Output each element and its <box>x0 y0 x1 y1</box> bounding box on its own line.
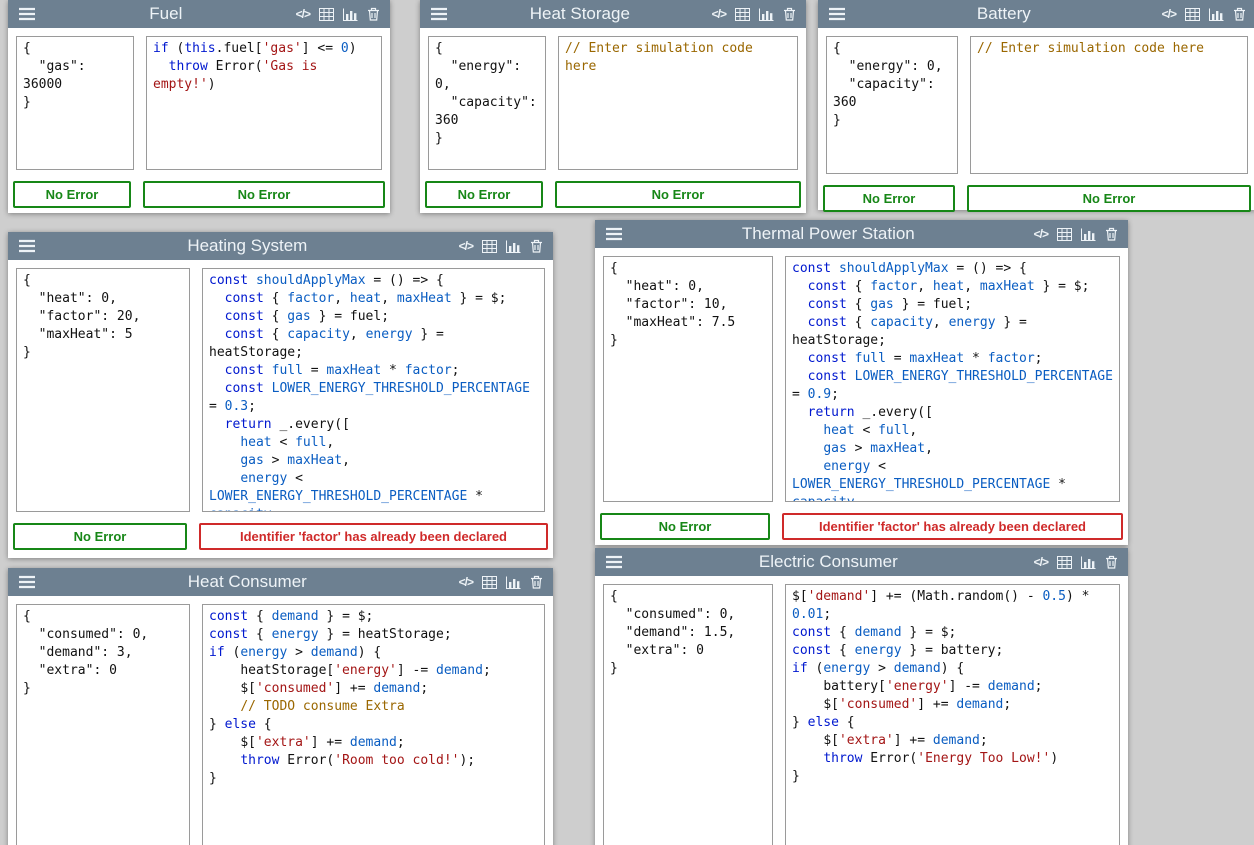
trash-icon[interactable] <box>367 7 380 21</box>
status-row: No Error No Error <box>420 181 806 208</box>
code-editor[interactable]: const { demand } = $; const { energy } =… <box>202 604 545 845</box>
panel-electric-consumer: Electric Consumer </> { "consumed": 0, "… <box>595 548 1128 845</box>
panel-title: Thermal Power Station <box>631 224 1026 244</box>
code-view-icon[interactable]: </> <box>712 7 726 21</box>
code-view-icon[interactable]: </> <box>296 7 310 21</box>
code-view-icon[interactable]: </> <box>459 575 473 589</box>
table-view-icon[interactable] <box>1057 228 1072 241</box>
code-status: Identifier 'factor' has already been dec… <box>199 523 548 550</box>
menu-icon[interactable] <box>430 7 448 21</box>
panel-header: Electric Consumer </> <box>595 548 1128 576</box>
header-icons: </> <box>459 239 543 253</box>
state-editor[interactable]: { "heat": 0, "factor": 10, "maxHeat": 7.… <box>603 256 773 502</box>
menu-icon[interactable] <box>18 7 36 21</box>
panel-thermal-power-station: Thermal Power Station </> { "heat": 0, "… <box>595 220 1128 545</box>
table-view-icon[interactable] <box>482 240 497 253</box>
table-view-icon[interactable] <box>319 8 334 21</box>
table-view-icon[interactable] <box>482 576 497 589</box>
code-editor[interactable]: // Enter simulation code here <box>970 36 1248 174</box>
panel-heat-storage: Heat Storage </> { "energy": 0, "capacit… <box>420 0 806 213</box>
menu-icon[interactable] <box>18 575 36 589</box>
panel-body: { "energy": 0, "capacity": 360 } // Ente… <box>420 28 806 178</box>
panel-body: { "energy": 0, "capacity": 360 } // Ente… <box>818 28 1254 182</box>
bar-chart-icon[interactable] <box>506 240 521 253</box>
state-status: No Error <box>13 181 131 208</box>
code-view-icon[interactable]: </> <box>1034 555 1048 569</box>
bar-chart-icon[interactable] <box>1209 8 1224 21</box>
code-editor[interactable]: $['demand'] += (Math.random() - 0.5) * 0… <box>785 584 1120 845</box>
state-editor[interactable]: { "heat": 0, "factor": 20, "maxHeat": 5 … <box>16 268 190 512</box>
menu-icon[interactable] <box>605 227 623 241</box>
code-view-icon[interactable]: </> <box>1034 227 1048 241</box>
panel-title: Heat Storage <box>456 4 704 24</box>
trash-icon[interactable] <box>783 7 796 21</box>
panel-title: Heat Consumer <box>44 572 451 592</box>
code-status: No Error <box>143 181 385 208</box>
panel-header: Fuel </> <box>8 0 390 28</box>
state-status: No Error <box>823 185 955 212</box>
header-icons: </> <box>459 575 543 589</box>
panel-heat-consumer: Heat Consumer </> { "consumed": 0, "dema… <box>8 568 553 845</box>
header-icons: </> <box>1162 7 1246 21</box>
trash-icon[interactable] <box>530 239 543 253</box>
state-editor[interactable]: { "energy": 0, "capacity": 360 } <box>428 36 546 170</box>
header-icons: </> <box>1034 227 1118 241</box>
panel-body: { "consumed": 0, "demand": 3, "extra": 0… <box>8 596 553 845</box>
state-status: No Error <box>13 523 187 550</box>
header-icons: </> <box>1034 555 1118 569</box>
trash-icon[interactable] <box>1105 555 1118 569</box>
code-editor[interactable]: const shouldApplyMax = () => { const { f… <box>785 256 1120 502</box>
panel-fuel: Fuel </> { "gas": 36000 } if (this.fuel[… <box>8 0 390 213</box>
menu-icon[interactable] <box>18 239 36 253</box>
trash-icon[interactable] <box>1105 227 1118 241</box>
menu-icon[interactable] <box>828 7 846 21</box>
table-view-icon[interactable] <box>1057 556 1072 569</box>
panel-header: Heat Consumer </> <box>8 568 553 596</box>
code-status: No Error <box>555 181 801 208</box>
state-status: No Error <box>425 181 543 208</box>
state-editor[interactable]: { "energy": 0, "capacity": 360 } <box>826 36 958 174</box>
bar-chart-icon[interactable] <box>1081 228 1096 241</box>
panel-body: { "heat": 0, "factor": 20, "maxHeat": 5 … <box>8 260 553 520</box>
state-editor[interactable]: { "gas": 36000 } <box>16 36 134 170</box>
header-icons: </> <box>712 7 796 21</box>
state-editor[interactable]: { "consumed": 0, "demand": 1.5, "extra":… <box>603 584 773 845</box>
code-editor[interactable]: // Enter simulation code here <box>558 36 798 170</box>
panel-header: Thermal Power Station </> <box>595 220 1128 248</box>
status-row: No Error No Error <box>8 181 390 208</box>
status-row: No Error No Error <box>818 185 1254 212</box>
header-icons: </> <box>296 7 380 21</box>
panel-body: { "gas": 36000 } if (this.fuel['gas'] <=… <box>8 28 390 178</box>
menu-icon[interactable] <box>605 555 623 569</box>
trash-icon[interactable] <box>1233 7 1246 21</box>
panel-header: Heating System </> <box>8 232 553 260</box>
code-editor[interactable]: if (this.fuel['gas'] <= 0) throw Error('… <box>146 36 382 170</box>
panel-title: Battery <box>854 4 1154 24</box>
panel-heating-system: Heating System </> { "heat": 0, "factor"… <box>8 232 553 558</box>
bar-chart-icon[interactable] <box>1081 556 1096 569</box>
trash-icon[interactable] <box>530 575 543 589</box>
panel-title: Heating System <box>44 236 451 256</box>
code-status: No Error <box>967 185 1251 212</box>
bar-chart-icon[interactable] <box>343 8 358 21</box>
table-view-icon[interactable] <box>735 8 750 21</box>
panel-title: Fuel <box>44 4 288 24</box>
bar-chart-icon[interactable] <box>506 576 521 589</box>
table-view-icon[interactable] <box>1185 8 1200 21</box>
panel-body: { "consumed": 0, "demand": 1.5, "extra":… <box>595 576 1128 845</box>
panel-header: Heat Storage </> <box>420 0 806 28</box>
state-editor[interactable]: { "consumed": 0, "demand": 3, "extra": 0… <box>16 604 190 845</box>
bar-chart-icon[interactable] <box>759 8 774 21</box>
status-row: No Error Identifier 'factor' has already… <box>595 513 1128 540</box>
panel-battery: Battery </> { "energy": 0, "capacity": 3… <box>818 0 1254 210</box>
state-status: No Error <box>600 513 770 540</box>
code-status: Identifier 'factor' has already been dec… <box>782 513 1123 540</box>
panel-header: Battery </> <box>818 0 1254 28</box>
code-editor[interactable]: const shouldApplyMax = () => { const { f… <box>202 268 545 512</box>
panel-body: { "heat": 0, "factor": 10, "maxHeat": 7.… <box>595 248 1128 510</box>
code-view-icon[interactable]: </> <box>1162 7 1176 21</box>
panel-title: Electric Consumer <box>631 552 1026 572</box>
status-row: No Error Identifier 'factor' has already… <box>8 523 553 550</box>
code-view-icon[interactable]: </> <box>459 239 473 253</box>
